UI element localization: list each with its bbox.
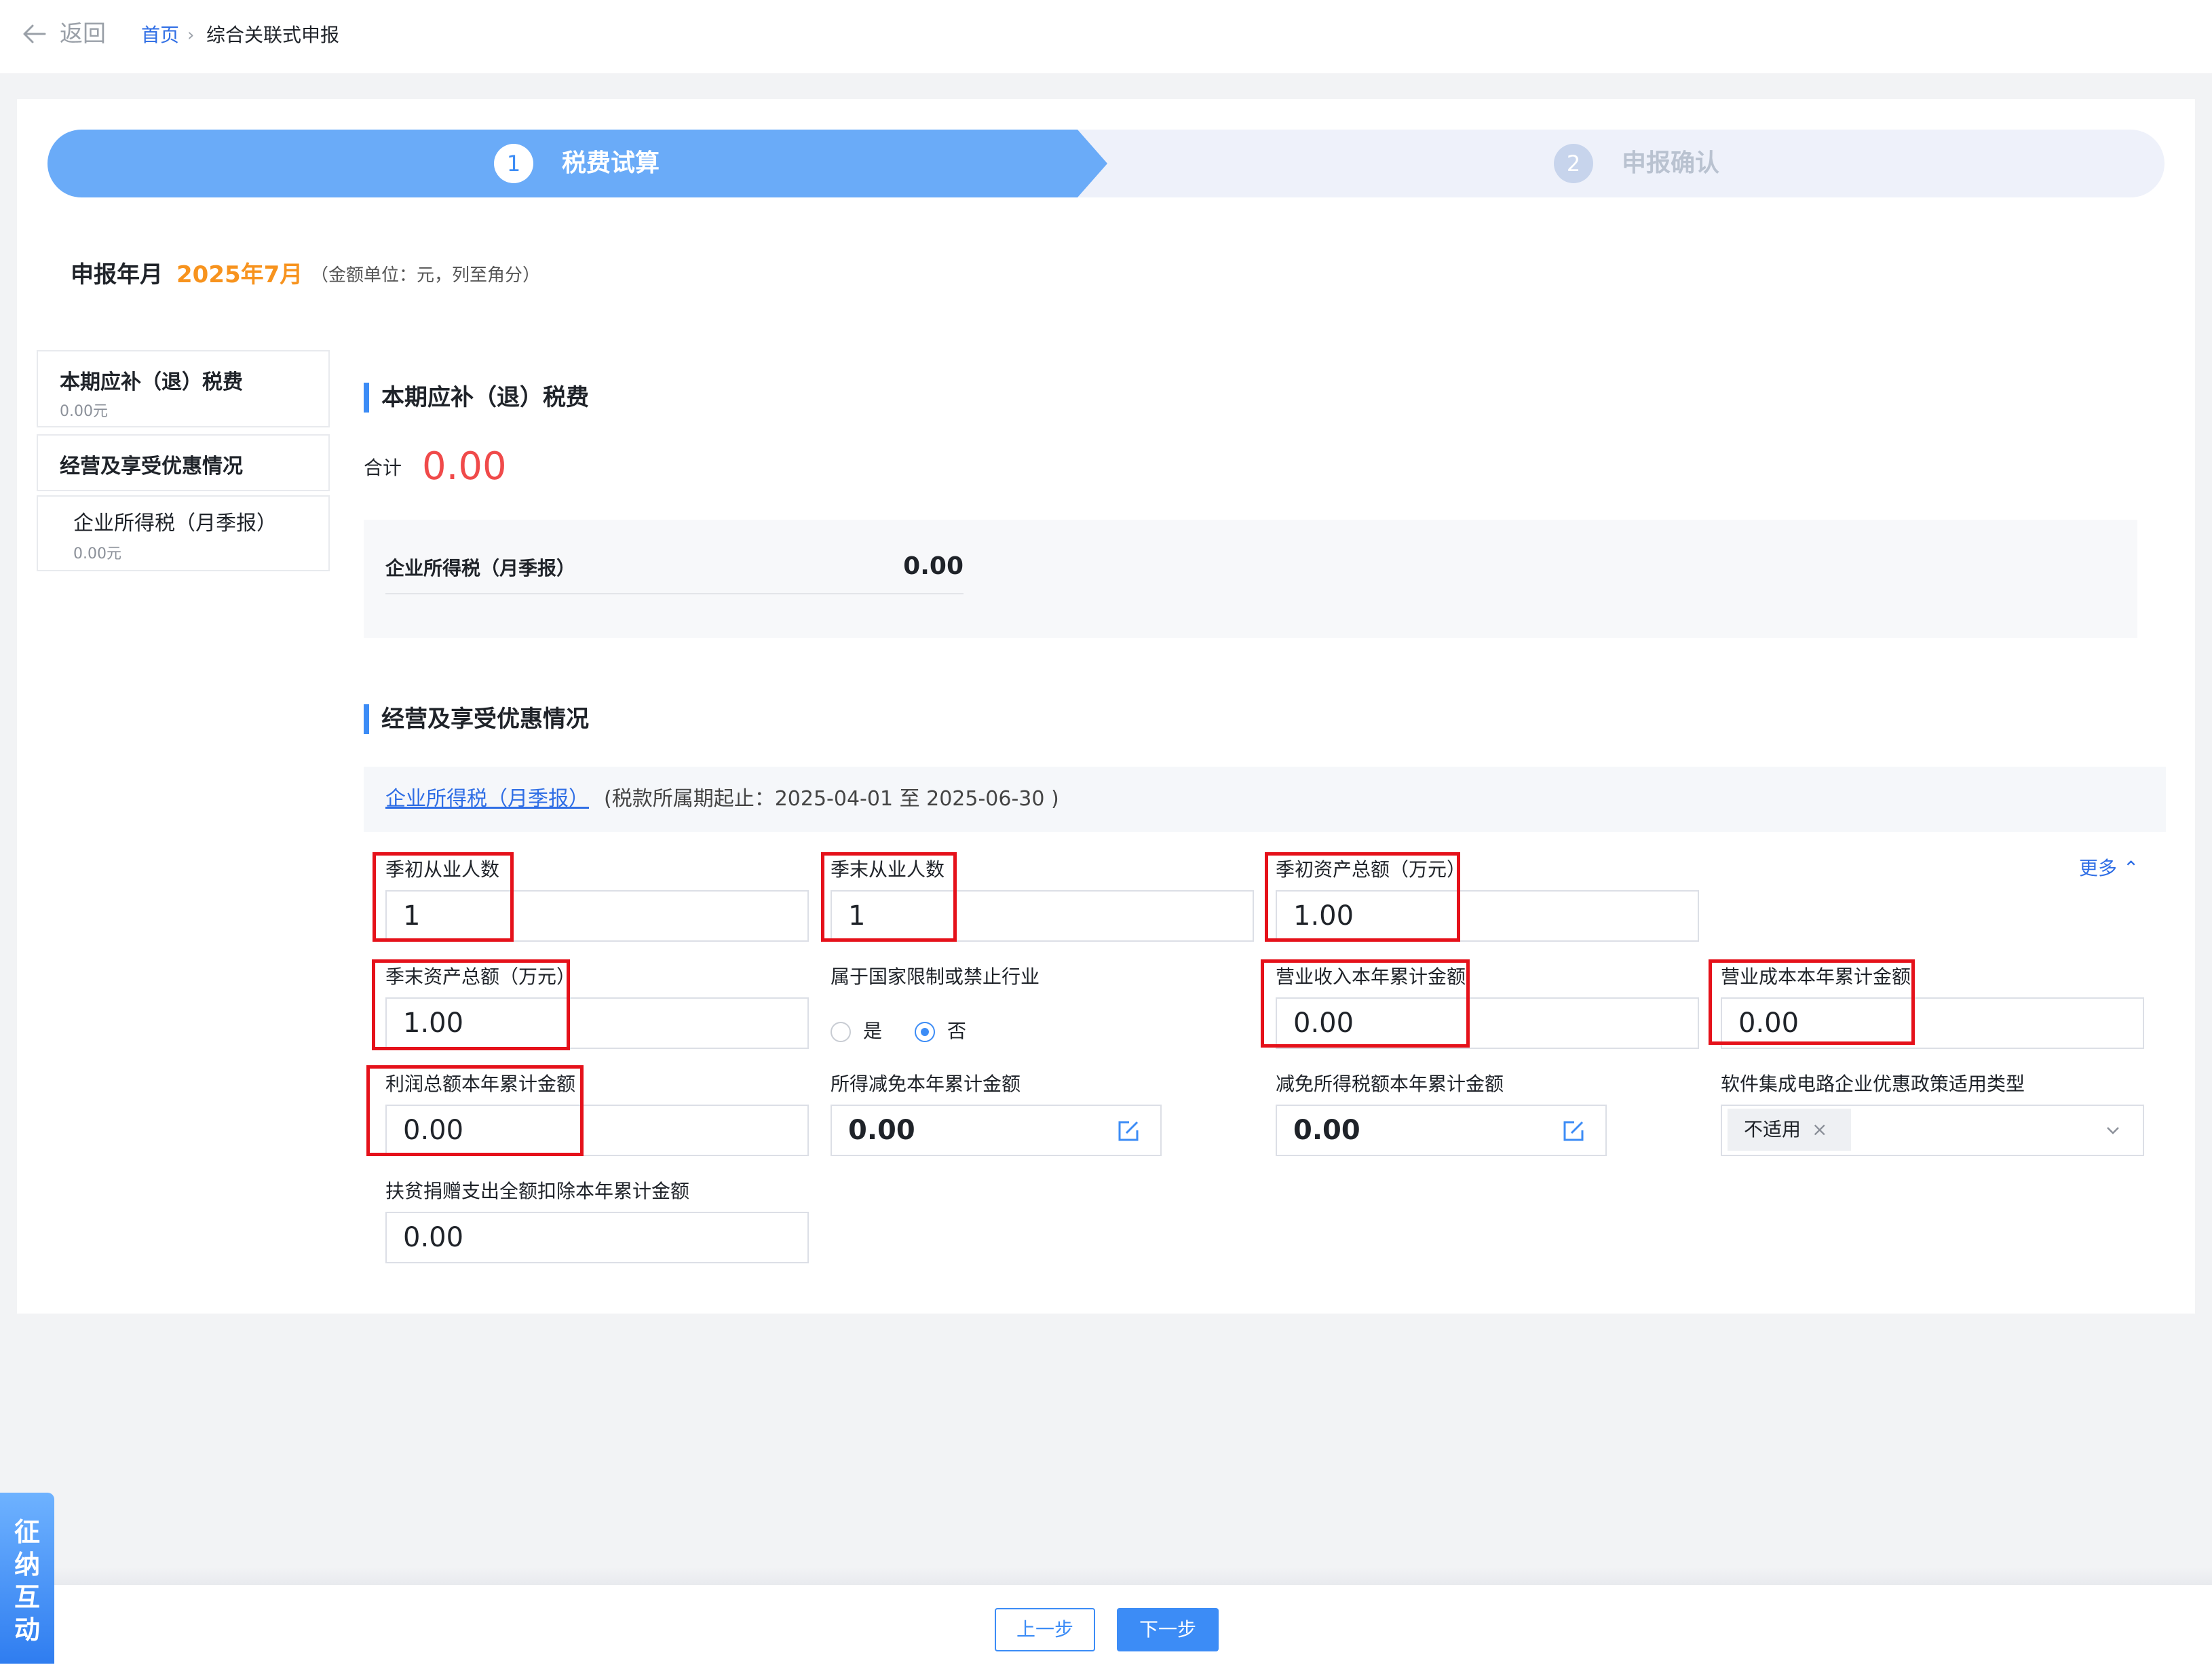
cit-link[interactable]: 企业所得税（月季报） [385, 784, 589, 814]
side-menu-item-amount: 0.00元 [73, 546, 121, 562]
tax-item-name: 企业所得税（月季报） [385, 557, 576, 579]
field-label-software-policy: 软件集成电路企业优惠政策适用类型 [1721, 1073, 2025, 1095]
field-label-tax-reduction: 减免所得税额本年累计金额 [1276, 1073, 1504, 1095]
chevron-down-icon[interactable] [2103, 1121, 2122, 1140]
prev-step-button[interactable]: 上一步 [995, 1608, 1095, 1651]
tax-item-value: 0.00 [903, 552, 964, 580]
restricted-no-label[interactable]: 否 [947, 1018, 966, 1045]
restricted-yes-label[interactable]: 是 [863, 1018, 882, 1045]
period-value: 2025年7月 [176, 261, 303, 288]
edit-icon[interactable] [1117, 1119, 1140, 1143]
annotation-box [372, 959, 570, 1050]
side-menu-item-tax-due[interactable]: 本期应补（退）税费 0.00元 [37, 350, 330, 427]
amount-unit-note: （金额单位：元，列至角分） [311, 265, 541, 286]
period-label: 申报年月 [71, 261, 163, 288]
breadcrumb-separator: › [187, 25, 195, 45]
step-progress-bar [47, 130, 2165, 197]
floating-tab-char: 纳 [14, 1550, 40, 1580]
total-value: 0.00 [422, 444, 507, 489]
section-title-tax-due: 本期应补（退）税费 [381, 384, 589, 411]
step-2-number: 2 [1554, 144, 1593, 183]
floating-tab-char: 征 [14, 1517, 40, 1547]
side-menu-item-title: 本期应补（退）税费 [60, 370, 243, 394]
field-label-restricted-industry: 属于国家限制或禁止行业 [831, 965, 1040, 988]
annotation-box [821, 852, 957, 942]
step-1-number: 1 [494, 144, 533, 183]
more-toggle[interactable]: 更多 ⌃ [2079, 854, 2139, 883]
breadcrumb-home-link[interactable]: 首页 [141, 20, 179, 50]
annotation-box [366, 1065, 584, 1156]
income-reduction-input[interactable]: 0.00 [831, 1105, 1162, 1156]
poverty-donation-input[interactable]: 0.00 [385, 1212, 809, 1263]
annotation-box [1709, 959, 1915, 1045]
side-menu-item-title: 经营及享受优惠情况 [60, 455, 243, 478]
annotation-box [1265, 852, 1460, 942]
field-label-income-reduction: 所得减免本年累计金额 [831, 1073, 1021, 1095]
edit-icon[interactable] [1562, 1119, 1585, 1143]
next-step-button[interactable]: 下一步 [1117, 1608, 1219, 1651]
back-arrow-icon[interactable] [18, 18, 50, 50]
floating-tab-char: 动 [14, 1615, 40, 1645]
breadcrumb-current: 综合关联式申报 [206, 24, 340, 46]
floating-tab-char: 互 [14, 1582, 40, 1612]
tax-period-note: (税款所属期起止：2025-04-01 至 2025-06-30 ) [604, 787, 1059, 811]
annotation-box [1261, 959, 1470, 1048]
annotation-box [373, 852, 514, 942]
side-menu-item-amount: 0.00元 [60, 403, 108, 420]
total-label: 合计 [364, 457, 402, 479]
section-title-operation: 经营及享受优惠情况 [381, 706, 589, 733]
side-menu-item-cit[interactable]: 企业所得税（月季报） 0.00元 [37, 495, 330, 571]
step-1-label: 税费试算 [562, 149, 660, 177]
restricted-yes-radio[interactable] [831, 1022, 851, 1042]
step-2-label: 申报确认 [1622, 149, 1720, 177]
side-menu-item-operation[interactable]: 经营及享受优惠情况 [37, 434, 330, 491]
footer-shadow [0, 1567, 2212, 1584]
footer-bar [0, 1584, 2212, 1665]
selected-tag: 不适用 [1728, 1109, 1851, 1151]
tax-summary-box [364, 520, 2137, 638]
field-label-poverty-donation: 扶贫捐赠支出全额扣除本年累计金额 [385, 1180, 690, 1202]
tag-close-icon[interactable]: × [1812, 1109, 1827, 1151]
side-menu-item-title: 企业所得税（月季报） [73, 512, 277, 535]
back-button[interactable]: 返回 [60, 18, 106, 50]
section-accent-bar [364, 383, 369, 413]
restricted-no-radio[interactable] [915, 1022, 935, 1042]
tax-reduction-input[interactable]: 0.00 [1276, 1105, 1607, 1156]
section-accent-bar [364, 704, 369, 734]
divider [385, 593, 964, 594]
